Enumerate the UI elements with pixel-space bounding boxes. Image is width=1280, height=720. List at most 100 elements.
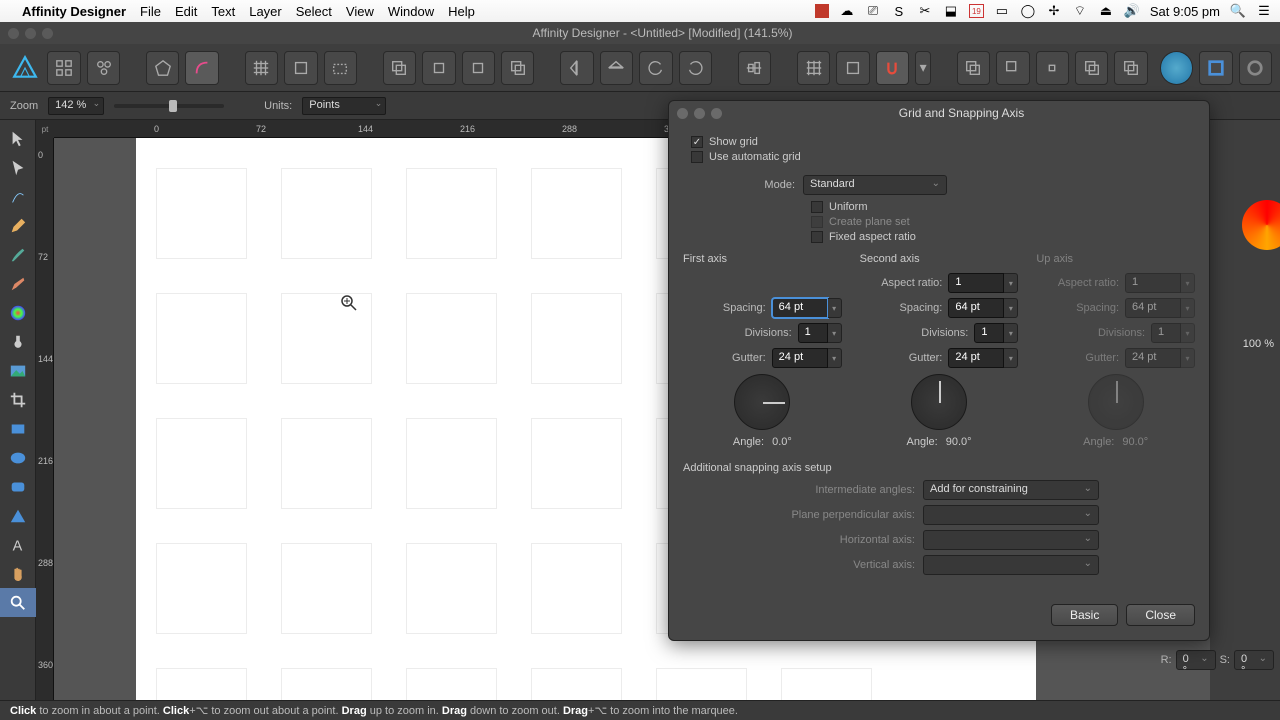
toolbar-bool-sub-button[interactable] (996, 51, 1029, 85)
rounded-rect-tool[interactable] (0, 472, 36, 501)
window-zoom-button[interactable] (42, 28, 53, 39)
toolbar-snap-grid-button[interactable] (245, 51, 278, 85)
axis1-spacing-input[interactable]: 64 pt (772, 298, 828, 318)
axis2-angle-dial[interactable] (911, 374, 967, 430)
uniform-checkbox[interactable] (811, 201, 823, 213)
toolbar-order-backone-button[interactable] (422, 51, 455, 85)
window-close-button[interactable] (8, 28, 19, 39)
menubar-clock[interactable]: Sat 9:05 pm (1150, 4, 1220, 19)
toolbar-flip-h-button[interactable] (560, 51, 593, 85)
toolbar-bool-add-button[interactable] (957, 51, 990, 85)
toolbar-insert-target-button[interactable] (1239, 51, 1272, 85)
dialog-close-button[interactable] (677, 108, 688, 119)
app-menu[interactable]: Affinity Designer (22, 4, 126, 19)
gradient-tool[interactable] (0, 298, 36, 327)
snap-intermediate-select[interactable]: Add for constraining (923, 480, 1099, 500)
menubar-red-square-icon[interactable] (815, 4, 829, 18)
axis1-spacing-dd[interactable]: ▾ (828, 298, 842, 318)
triangle-tool[interactable] (0, 501, 36, 530)
menubar-spotlight-icon[interactable]: 🔍 (1230, 3, 1246, 19)
zoom-value-select[interactable]: 142 % (48, 97, 104, 115)
menubar-calendar-icon[interactable]: 19 (969, 4, 984, 18)
axis1-angle-dial[interactable] (734, 374, 790, 430)
axis2-gutter-input[interactable]: 24 pt (948, 348, 1004, 368)
fill-tool[interactable] (0, 269, 36, 298)
menubar-circle-icon[interactable]: ◯ (1020, 3, 1036, 19)
toolbar-grid-button[interactable] (797, 51, 830, 85)
toolbar-snap-button[interactable] (876, 51, 909, 85)
pencil-tool[interactable] (0, 211, 36, 240)
shear-select[interactable]: 0 ° (1234, 650, 1274, 670)
toolbar-rotate-cw-button[interactable] (679, 51, 712, 85)
text-tool[interactable]: A (0, 530, 36, 559)
mode-select[interactable]: Standard (803, 175, 947, 195)
dialog-zoom-button[interactable] (711, 108, 722, 119)
toolbar-bool-xor-button[interactable] (1075, 51, 1108, 85)
close-button[interactable]: Close (1126, 604, 1195, 626)
rectangle-tool[interactable] (0, 414, 36, 443)
toolbar-bool-div-button[interactable] (1114, 51, 1147, 85)
axis1-div-dd[interactable]: ▾ (828, 323, 842, 343)
snap-plane-select[interactable] (923, 505, 1099, 525)
axis2-div-dd[interactable]: ▾ (1004, 323, 1018, 343)
menubar-s-icon[interactable]: S (891, 3, 907, 19)
toolbar-stroke-swatch[interactable] (1199, 51, 1232, 85)
persona-export-button[interactable] (87, 51, 120, 85)
units-select[interactable]: Points (302, 97, 386, 115)
menubar-dropbox-icon[interactable]: ⬓ (943, 3, 959, 19)
axis2-spacing-dd[interactable]: ▾ (1004, 298, 1018, 318)
menu-file[interactable]: File (140, 4, 161, 19)
node-tool[interactable] (0, 153, 36, 182)
toolbar-align-button[interactable] (738, 51, 771, 85)
menubar-eject-icon[interactable]: ⏏ (1098, 3, 1114, 19)
menubar-volume-icon[interactable]: 🔊 (1124, 3, 1140, 19)
toolbar-pentagon-button[interactable] (146, 51, 179, 85)
rotation-select[interactable]: 0 ° (1176, 650, 1216, 670)
axis1-div-input[interactable]: 1 (798, 323, 828, 343)
menu-help[interactable]: Help (448, 4, 475, 19)
zoom-tool[interactable] (0, 588, 36, 617)
menubar-notification-icon[interactable]: ☰ (1256, 3, 1272, 19)
move-tool[interactable] (0, 124, 36, 153)
zoom-slider[interactable] (114, 104, 224, 108)
toolbar-corner-button[interactable] (185, 51, 218, 85)
menubar-crosshair-icon[interactable]: ✢ (1046, 3, 1062, 19)
toolbar-plane-button[interactable] (836, 51, 869, 85)
axis2-gutter-dd[interactable]: ▾ (1004, 348, 1018, 368)
axis2-aspect-input[interactable]: 1 (948, 273, 1004, 293)
toolbar-order-fwdone-button[interactable] (462, 51, 495, 85)
ellipse-tool[interactable] (0, 443, 36, 472)
menu-view[interactable]: View (346, 4, 374, 19)
dialog-min-button[interactable] (694, 108, 705, 119)
brush-tool[interactable] (0, 240, 36, 269)
place-image-tool[interactable] (0, 356, 36, 385)
opacity-value[interactable]: 100 % (1243, 338, 1274, 350)
menubar-displays-icon[interactable]: ⎚ (865, 3, 881, 19)
toolbar-order-back-button[interactable] (383, 51, 416, 85)
window-minimize-button[interactable] (25, 28, 36, 39)
fixed-aspect-checkbox[interactable] (811, 231, 823, 243)
crop-tool[interactable] (0, 385, 36, 414)
menubar-screens-icon[interactable]: ▭ (994, 3, 1010, 19)
menubar-cloud-icon[interactable]: ☁ (839, 3, 855, 19)
toolbar-snap-obj-button[interactable] (284, 51, 317, 85)
menu-layer[interactable]: Layer (249, 4, 282, 19)
menubar-wifi-icon[interactable]: ⌔ (1072, 3, 1088, 19)
basic-button[interactable]: Basic (1051, 604, 1118, 626)
toolbar-rotate-ccw-button[interactable] (639, 51, 672, 85)
transparency-tool[interactable] (0, 327, 36, 356)
menu-text[interactable]: Text (211, 4, 235, 19)
toolbar-snap-outline-button[interactable] (324, 51, 357, 85)
menu-select[interactable]: Select (296, 4, 332, 19)
toolbar-bool-int-button[interactable] (1036, 51, 1069, 85)
menubar-scissors-icon[interactable]: ✂ (917, 3, 933, 19)
show-grid-checkbox[interactable]: ✓ (691, 136, 703, 148)
menu-window[interactable]: Window (388, 4, 434, 19)
axis2-spacing-input[interactable]: 64 pt (948, 298, 1004, 318)
toolbar-snap-dropdown[interactable]: ▾ (915, 51, 931, 85)
axis1-gutter-dd[interactable]: ▾ (828, 348, 842, 368)
toolbar-flip-v-button[interactable] (600, 51, 633, 85)
colour-wheel[interactable] (1242, 200, 1280, 250)
toolbar-fill-swatch[interactable] (1160, 51, 1193, 85)
toolbar-order-front-button[interactable] (501, 51, 534, 85)
